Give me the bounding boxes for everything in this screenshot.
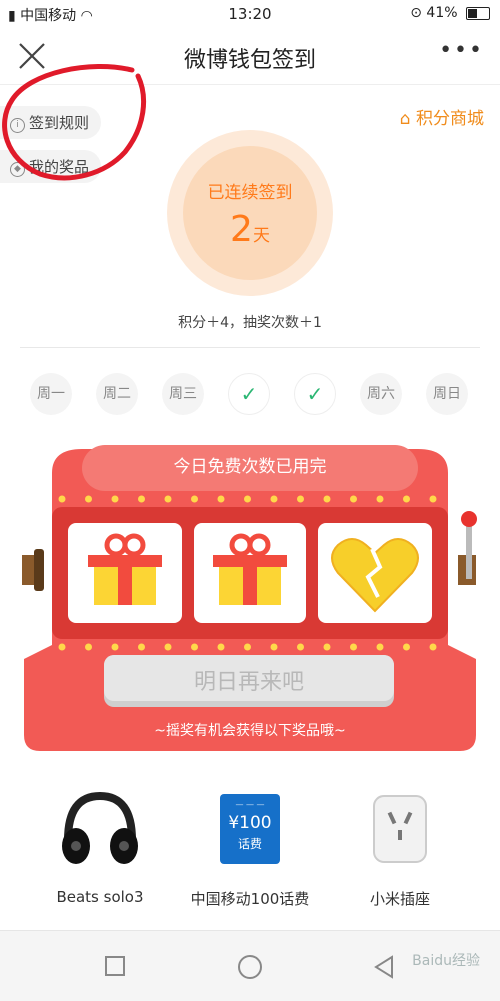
day-2: 周二	[96, 373, 138, 415]
bulb-light	[217, 643, 225, 651]
home-icon[interactable]	[237, 955, 263, 981]
battery-icon	[466, 6, 490, 20]
slot-machine: 今日免费次数已用完 明日再来吧 ~摇奖有机会获得以下奖品哦~	[22, 445, 477, 751]
bulb-light	[429, 495, 437, 503]
bulb-light	[85, 495, 92, 503]
bulb-light	[323, 495, 331, 503]
bulb-light	[350, 643, 357, 651]
bulb-light	[376, 495, 384, 503]
bulb-light	[138, 643, 145, 651]
bulb-light	[270, 643, 278, 651]
smart-plug-icon	[373, 795, 427, 863]
bulb-light	[138, 495, 145, 503]
bulb-light	[403, 495, 410, 503]
bulb-light	[191, 643, 198, 651]
day-1: 周一	[30, 373, 72, 415]
bulb-light	[111, 643, 119, 651]
machine-hint: ~摇奖有机会获得以下奖品哦~	[154, 722, 345, 739]
headphones-icon	[62, 791, 138, 864]
bulb-light	[58, 643, 66, 651]
day-6: 周六	[360, 373, 402, 415]
phone-card-icon: — — — ¥100 话费	[220, 794, 280, 864]
bulb-light	[217, 495, 225, 503]
prize-item[interactable]: Beats solo3	[30, 790, 170, 906]
bulb-light	[111, 495, 119, 503]
streak-days: 2	[230, 209, 253, 250]
prize-name: Beats solo3	[56, 888, 144, 906]
bulb-light	[297, 495, 304, 503]
reward-text: 积分＋4，抽奖次数＋1	[178, 315, 322, 331]
battery-percent: 41%	[426, 5, 458, 21]
bulb-light	[164, 495, 172, 503]
day-3: 周三	[162, 373, 204, 415]
bulb-light	[376, 643, 384, 651]
battery-area: ⊙ 41%	[410, 5, 490, 21]
bulb-light	[244, 495, 251, 503]
bulb-light	[164, 643, 172, 651]
watermark: Baidu经验	[412, 953, 480, 969]
prize-item[interactable]: 小米插座	[330, 790, 470, 908]
retry-button-label: 明日再来吧	[194, 670, 304, 695]
streak-circle: 已连续签到 2天	[183, 146, 317, 280]
bulb-light	[270, 495, 278, 503]
day-7: 周日	[426, 373, 468, 415]
divider	[20, 347, 480, 348]
prize-name: 小米插座	[369, 890, 430, 908]
banner-text: 今日免费次数已用完	[174, 457, 327, 477]
more-menu-button[interactable]: •••	[439, 38, 484, 63]
rotation-lock-icon: ⊙	[410, 5, 422, 21]
prize-name: 中国移动100话费	[190, 890, 310, 908]
streak-unit: 天	[252, 226, 270, 246]
bulb-light	[429, 643, 437, 651]
lever-icon[interactable]	[466, 519, 472, 579]
points-shop-link[interactable]: ⌂ 积分商城	[400, 104, 484, 129]
recent-apps-icon[interactable]	[104, 955, 126, 977]
bulb-light	[323, 643, 331, 651]
streak-label: 已连续签到	[207, 183, 293, 203]
card-sub: 话费	[237, 837, 262, 851]
bulb-light	[244, 643, 251, 651]
shop-icon: ⌂	[399, 109, 411, 129]
card-value: ¥100	[228, 813, 272, 833]
points-shop-label: 积分商城	[416, 109, 484, 129]
bulb-light	[191, 495, 198, 503]
annotation-circle	[2, 64, 147, 181]
bulb-light	[350, 495, 357, 503]
back-icon[interactable]	[372, 955, 396, 979]
bulb-light	[403, 643, 410, 651]
bulb-light	[58, 495, 66, 503]
day-checked: ✓	[228, 373, 270, 415]
status-bar: ▮ 中国移动 ◠ 13:20 ⊙ 41%	[0, 0, 500, 28]
bulb-light	[85, 643, 92, 651]
day-checked: ✓	[294, 373, 336, 415]
bulb-light	[297, 643, 304, 651]
